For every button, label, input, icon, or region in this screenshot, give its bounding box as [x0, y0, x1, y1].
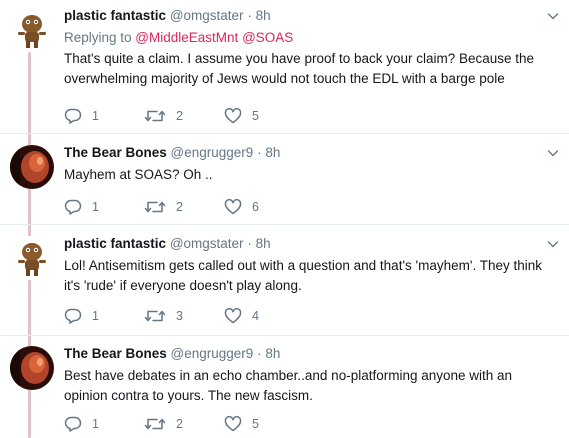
tweet-text: Mayhem at SOAS? Oh ..: [64, 167, 213, 182]
reply-icon: [64, 199, 82, 215]
tweet-header: The Bear Bones @engrugger9 · 8h: [64, 344, 559, 364]
timestamp[interactable]: 8h: [256, 236, 271, 251]
like-button[interactable]: 5: [224, 106, 304, 126]
divider: [0, 133, 569, 134]
reply-icon: [64, 416, 82, 432]
reply-count: 1: [92, 109, 99, 123]
separator: ·: [247, 8, 252, 23]
heart-icon: [224, 108, 242, 124]
like-count: 5: [252, 417, 259, 431]
display-name[interactable]: plastic fantastic: [64, 236, 166, 251]
tweet-actions: 1 2 6: [64, 197, 304, 217]
reply-count: 1: [92, 200, 99, 214]
reply-button[interactable]: 1: [64, 414, 144, 434]
like-button[interactable]: 6: [224, 197, 304, 217]
retweet-count: 2: [176, 109, 183, 123]
replying-to: Replying to @MiddleEastMnt @SOAS: [64, 29, 559, 47]
tweet-text: That's quite a claim. I assume you have …: [64, 51, 535, 86]
separator: ·: [247, 236, 252, 251]
avatar[interactable]: [10, 346, 54, 390]
retweet-count: 2: [176, 417, 183, 431]
reply-button[interactable]: 1: [64, 306, 144, 326]
display-name[interactable]: The Bear Bones: [64, 346, 167, 361]
separator: ·: [257, 346, 262, 361]
reply-button[interactable]: 1: [64, 106, 144, 126]
tweet-actions: 1 3 4: [64, 306, 304, 326]
reply-count: 1: [92, 417, 99, 431]
replying-to-label: Replying to: [64, 30, 136, 45]
reply-count: 1: [92, 309, 99, 323]
retweet-icon: [144, 201, 166, 213]
heart-icon: [224, 416, 242, 432]
tweet-text: Best have debates in an echo chamber..an…: [64, 368, 513, 403]
display-name[interactable]: plastic fantastic: [64, 8, 166, 23]
retweet-count: 2: [176, 200, 183, 214]
username[interactable]: @omgstater: [170, 236, 244, 251]
chevron-down-icon[interactable]: [547, 238, 559, 250]
mention-link[interactable]: @SOAS: [242, 30, 293, 45]
mention-link[interactable]: @MiddleEastMnt: [135, 30, 238, 45]
divider: [0, 335, 569, 336]
avatar[interactable]: [10, 145, 54, 189]
display-name[interactable]: The Bear Bones: [64, 145, 167, 160]
like-count: 6: [252, 200, 259, 214]
username[interactable]: @engrugger9: [171, 145, 254, 160]
heart-icon: [224, 199, 242, 215]
reply-icon: [64, 108, 82, 124]
tweet-actions: 1 2 5: [64, 414, 304, 434]
username[interactable]: @engrugger9: [171, 346, 254, 361]
timestamp[interactable]: 8h: [256, 8, 271, 23]
retweet-icon: [144, 110, 166, 122]
retweet-button[interactable]: 2: [144, 106, 224, 126]
like-count: 4: [252, 309, 259, 323]
tweet-text: Lol! Antisemitism gets called out with a…: [64, 258, 542, 293]
retweet-button[interactable]: 2: [144, 197, 224, 217]
username[interactable]: @omgstater: [170, 8, 244, 23]
tweet-header: plastic fantastic @omgstater · 8h: [64, 6, 559, 26]
reply-icon: [64, 308, 82, 324]
timestamp[interactable]: 8h: [265, 346, 280, 361]
tweet-actions: 1 2 5: [64, 106, 304, 126]
avatar[interactable]: [10, 8, 54, 52]
timestamp[interactable]: 8h: [265, 145, 280, 160]
like-count: 5: [252, 109, 259, 123]
retweet-count: 3: [176, 309, 183, 323]
retweet-icon: [144, 418, 166, 430]
like-button[interactable]: 5: [224, 414, 304, 434]
separator: ·: [257, 145, 262, 160]
retweet-button[interactable]: 2: [144, 414, 224, 434]
like-button[interactable]: 4: [224, 306, 304, 326]
tweet-header: plastic fantastic @omgstater · 8h: [64, 234, 559, 254]
tweet-header: The Bear Bones @engrugger9 · 8h: [64, 143, 559, 163]
avatar[interactable]: [10, 236, 54, 280]
retweet-button[interactable]: 3: [144, 306, 224, 326]
reply-button[interactable]: 1: [64, 197, 144, 217]
chevron-down-icon[interactable]: [547, 10, 559, 22]
retweet-icon: [144, 310, 166, 322]
divider: [0, 224, 569, 225]
chevron-down-icon[interactable]: [547, 147, 559, 159]
heart-icon: [224, 308, 242, 324]
